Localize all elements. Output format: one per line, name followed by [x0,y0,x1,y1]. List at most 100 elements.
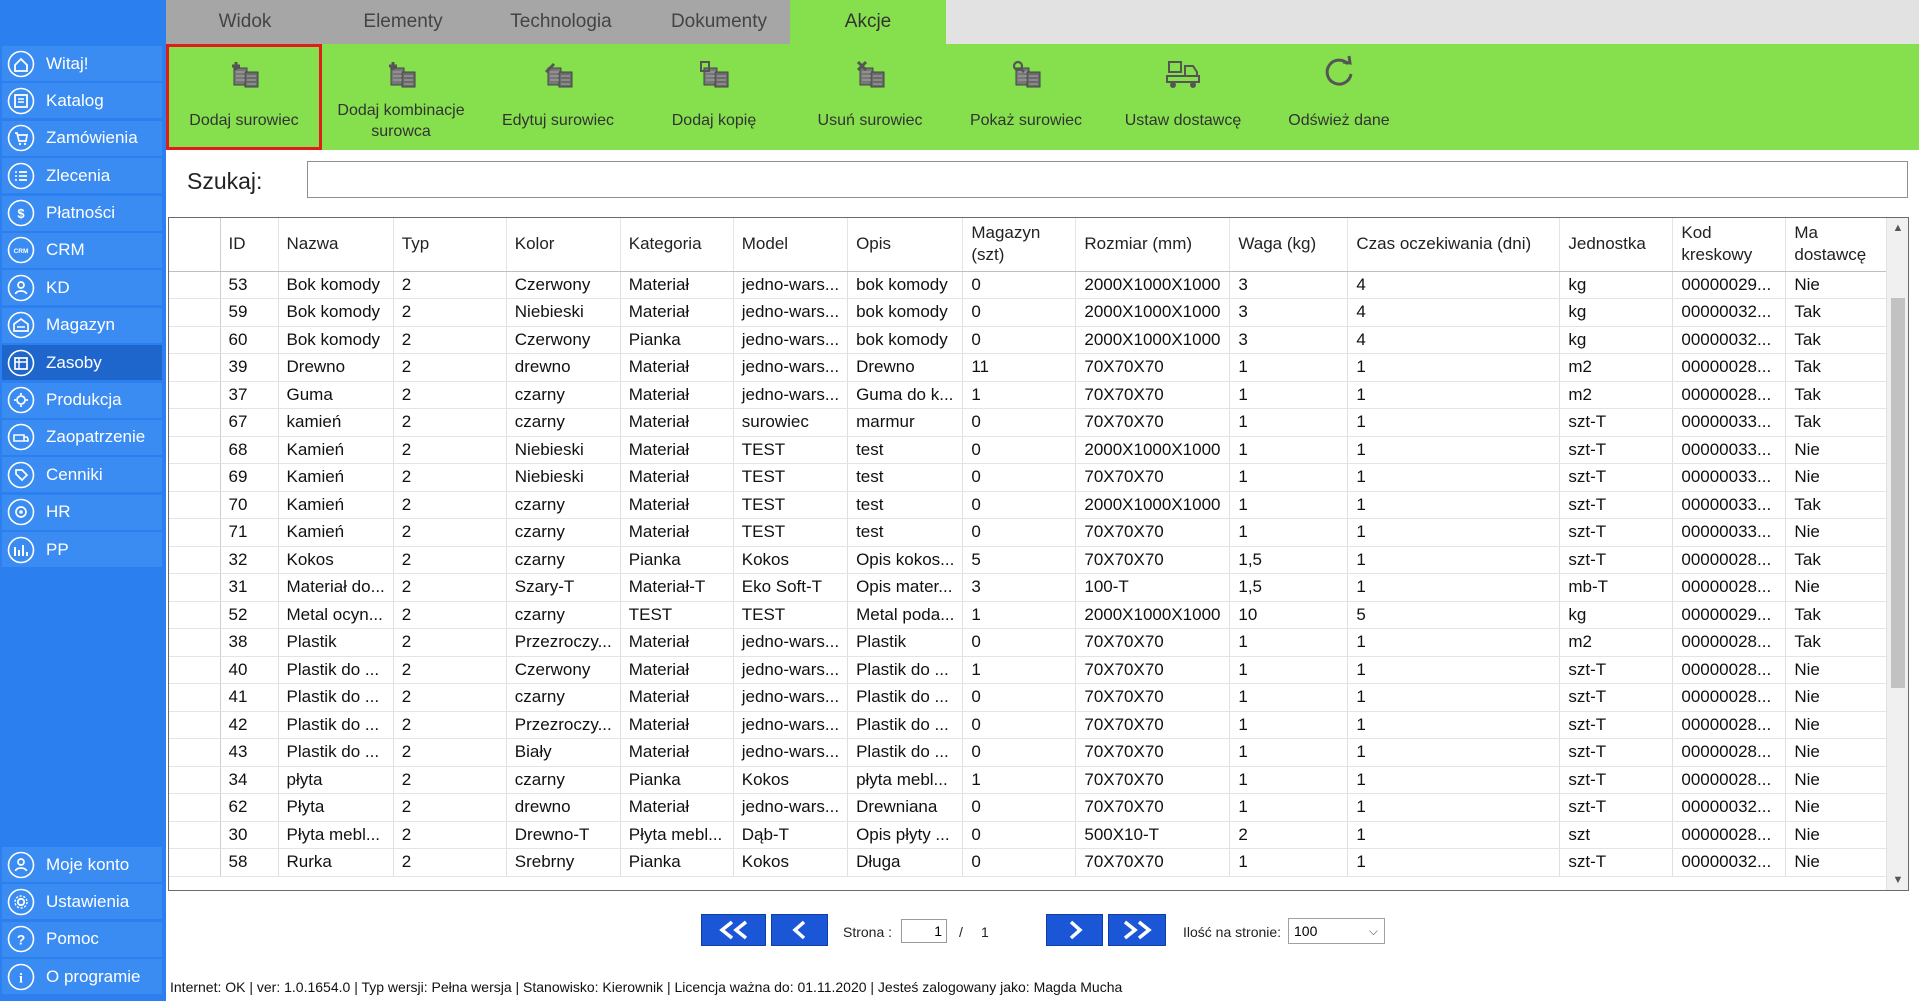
table-row[interactable]: 41 Plastik do ... 2 czarny Materiał jedno-war… [169,683,1902,712]
sidebar-item-witaj[interactable]: Witaj! [2,46,162,81]
sidebar-item-hr[interactable]: HR [2,494,162,530]
sidebar-item-ustawienia[interactable]: Ustawienia [2,884,162,920]
column-header[interactable]: Czas oczekiwania (dni) [1347,218,1561,272]
sidebar-item-zamowienia[interactable]: Zamówienia [2,120,162,156]
tab-elementy[interactable]: Elementy [324,0,482,44]
column-header[interactable]: Nazwa [278,218,394,272]
search-input[interactable] [307,161,1908,198]
row-selector[interactable] [169,711,221,739]
add-material-button[interactable]: Dodaj surowiec [166,44,322,150]
tab-akcje[interactable]: Akcje [790,0,946,44]
row-selector[interactable] [169,683,221,712]
table-row[interactable]: 52 Metal ocyn... 2 czarny TEST TEST Metal poda… [169,601,1902,629]
table-row[interactable]: 42 Plastik do ... 2 Przezroczy... Materiał je… [169,711,1902,739]
row-selector[interactable] [169,601,221,629]
table-row[interactable]: 38 Plastik 2 Przezroczy... Materiał jedno-war… [169,628,1902,657]
next-page-button[interactable] [1046,914,1103,946]
sidebar-item-pp[interactable]: PP [2,532,162,568]
row-selector[interactable] [169,298,221,327]
table-row[interactable]: 32 Kokos 2 czarny Pianka Kokos Opis kokos... 5 7… [169,546,1902,574]
table-row[interactable]: 68 Kamień 2 Niebieski Materiał TEST test 0 2000X… [169,436,1902,464]
row-selector[interactable] [169,381,221,409]
table-row[interactable]: 71 Kamień 2 czarny Materiał TEST test 0 70X70X70… [169,518,1902,547]
last-page-button[interactable] [1108,914,1166,946]
sidebar-item-platnosci[interactable]: $ Płatności [2,195,162,231]
table-row[interactable]: 59 Bok komody 2 Niebieski Materiał jedno-wars… [169,298,1902,327]
column-header[interactable]: Magazyn (szt) [962,218,1077,272]
sidebar-item-pomoc[interactable]: ? Pomoc [2,921,162,957]
tab-widok[interactable]: Widok [166,0,324,44]
column-header[interactable]: Model [733,218,849,272]
sidebar-item-produkcja[interactable]: Produkcja [2,382,162,418]
sidebar-item-crm[interactable]: CRM CRM [2,232,162,268]
table-row[interactable]: 43 Plastik do ... 2 Biały Materiał jedno-wars… [169,738,1902,767]
column-header[interactable]: Kolor [506,218,621,272]
vertical-scrollbar[interactable]: ▲ ▼ [1886,218,1908,890]
row-selector[interactable] [169,326,221,354]
table-row[interactable]: 34 płyta 2 czarny Pianka Kokos płyta mebl... 1 7… [169,766,1902,794]
sidebar-item-zaopatrzenie[interactable]: Zaopatrzenie [2,419,162,455]
row-selector[interactable] [169,656,221,684]
scrollbar-thumb[interactable] [1891,298,1905,688]
column-header[interactable]: Opis [847,218,964,272]
row-selector[interactable] [169,738,221,767]
delete-material-button[interactable]: Usuń surowiec [792,44,948,150]
row-selector[interactable] [169,628,221,657]
row-selector[interactable] [169,546,221,574]
column-header[interactable]: Rozmiar (mm) [1075,218,1231,272]
scroll-down-icon[interactable]: ▼ [1887,870,1908,890]
table-row[interactable]: 37 Guma 2 czarny Materiał jedno-wars... Guma d… [169,381,1902,409]
sidebar-item-kd[interactable]: KD [2,270,162,306]
tab-dokumenty[interactable]: Dokumenty [640,0,798,44]
previous-page-button[interactable] [771,914,828,946]
column-header[interactable]: Waga (kg) [1229,218,1349,272]
row-selector[interactable] [169,436,221,464]
per-page-select[interactable]: 100 ⌵ [1288,918,1385,944]
table-row[interactable]: 53 Bok komody 2 Czerwony Materiał jedno-wars.… [169,271,1902,299]
add-material-combination-button[interactable]: Dodaj kombinacje surowca [323,44,479,150]
table-row[interactable]: 30 Płyta mebl... 2 Drewno-T Płyta mebl... Dąb… [169,821,1902,849]
row-selector[interactable] [169,491,221,519]
row-selector[interactable] [169,573,221,602]
sidebar-item-katalog[interactable]: Katalog [2,83,162,119]
table-row[interactable]: 40 Plastik do ... 2 Czerwony Materiał jedno-w… [169,656,1902,684]
table-row[interactable]: 31 Materiał do... 2 Szary-T Materiał-T Eko So… [169,573,1902,602]
sidebar-item-moje-konto[interactable]: Moje konto [2,847,162,882]
table-row[interactable]: 62 Płyta 2 drewno Materiał jedno-wars... Drewn… [169,793,1902,822]
table-row[interactable]: 39 Drewno 2 drewno Materiał jedno-wars... Drew… [169,353,1902,382]
column-header[interactable]: Kategoria [620,218,734,272]
row-selector[interactable] [169,353,221,382]
tab-technologia[interactable]: Technologia [482,0,640,44]
table-row[interactable]: 70 Kamień 2 czarny Materiał TEST test 0 2000X100… [169,491,1902,519]
show-material-button[interactable]: Pokaż surowiec [948,44,1104,150]
row-selector[interactable] [169,463,221,492]
row-selector[interactable] [169,271,221,299]
table-row[interactable]: 67 kamień 2 czarny Materiał surowiec marmur 0 70… [169,408,1902,437]
sidebar-item-o-programie[interactable]: i O programie [2,959,162,995]
column-header[interactable]: Typ [393,218,507,272]
column-header[interactable]: Ma dostawcę [1785,218,1902,272]
refresh-button[interactable]: Odśwież dane [1261,44,1417,150]
table-row[interactable]: 60 Bok komody 2 Czerwony Pianka jedno-wars...… [169,326,1902,354]
row-selector[interactable] [169,793,221,822]
row-selector[interactable] [169,766,221,794]
sidebar-item-magazyn[interactable]: Magazyn [2,307,162,343]
row-selector[interactable] [169,518,221,547]
scroll-up-icon[interactable]: ▲ [1887,218,1908,238]
row-selector[interactable] [169,821,221,849]
sidebar-item-zasoby[interactable]: Zasoby [2,345,162,381]
sidebar-item-cenniki[interactable]: Cenniki [2,457,162,493]
first-page-button[interactable] [701,914,766,946]
table-row[interactable]: 58 Rurka 2 Srebrny Pianka Kokos Długa 0 70X70X70… [169,848,1902,877]
row-selector[interactable] [169,848,221,877]
page-number-input[interactable] [901,919,947,943]
add-copy-button[interactable]: Dodaj kopię [636,44,792,150]
sidebar-item-zlecenia[interactable]: Zlecenia [2,158,162,194]
edit-material-button[interactable]: Edytuj surowiec [480,44,636,150]
row-selector[interactable] [169,408,221,437]
table-row[interactable]: 69 Kamień 2 Niebieski Materiał TEST test 0 70X70… [169,463,1902,492]
column-header[interactable]: Jednostka [1559,218,1674,272]
set-supplier-button[interactable]: Ustaw dostawcę [1105,44,1261,150]
column-header[interactable]: ID [220,218,279,272]
column-header[interactable]: Kod kreskowy [1672,218,1787,272]
